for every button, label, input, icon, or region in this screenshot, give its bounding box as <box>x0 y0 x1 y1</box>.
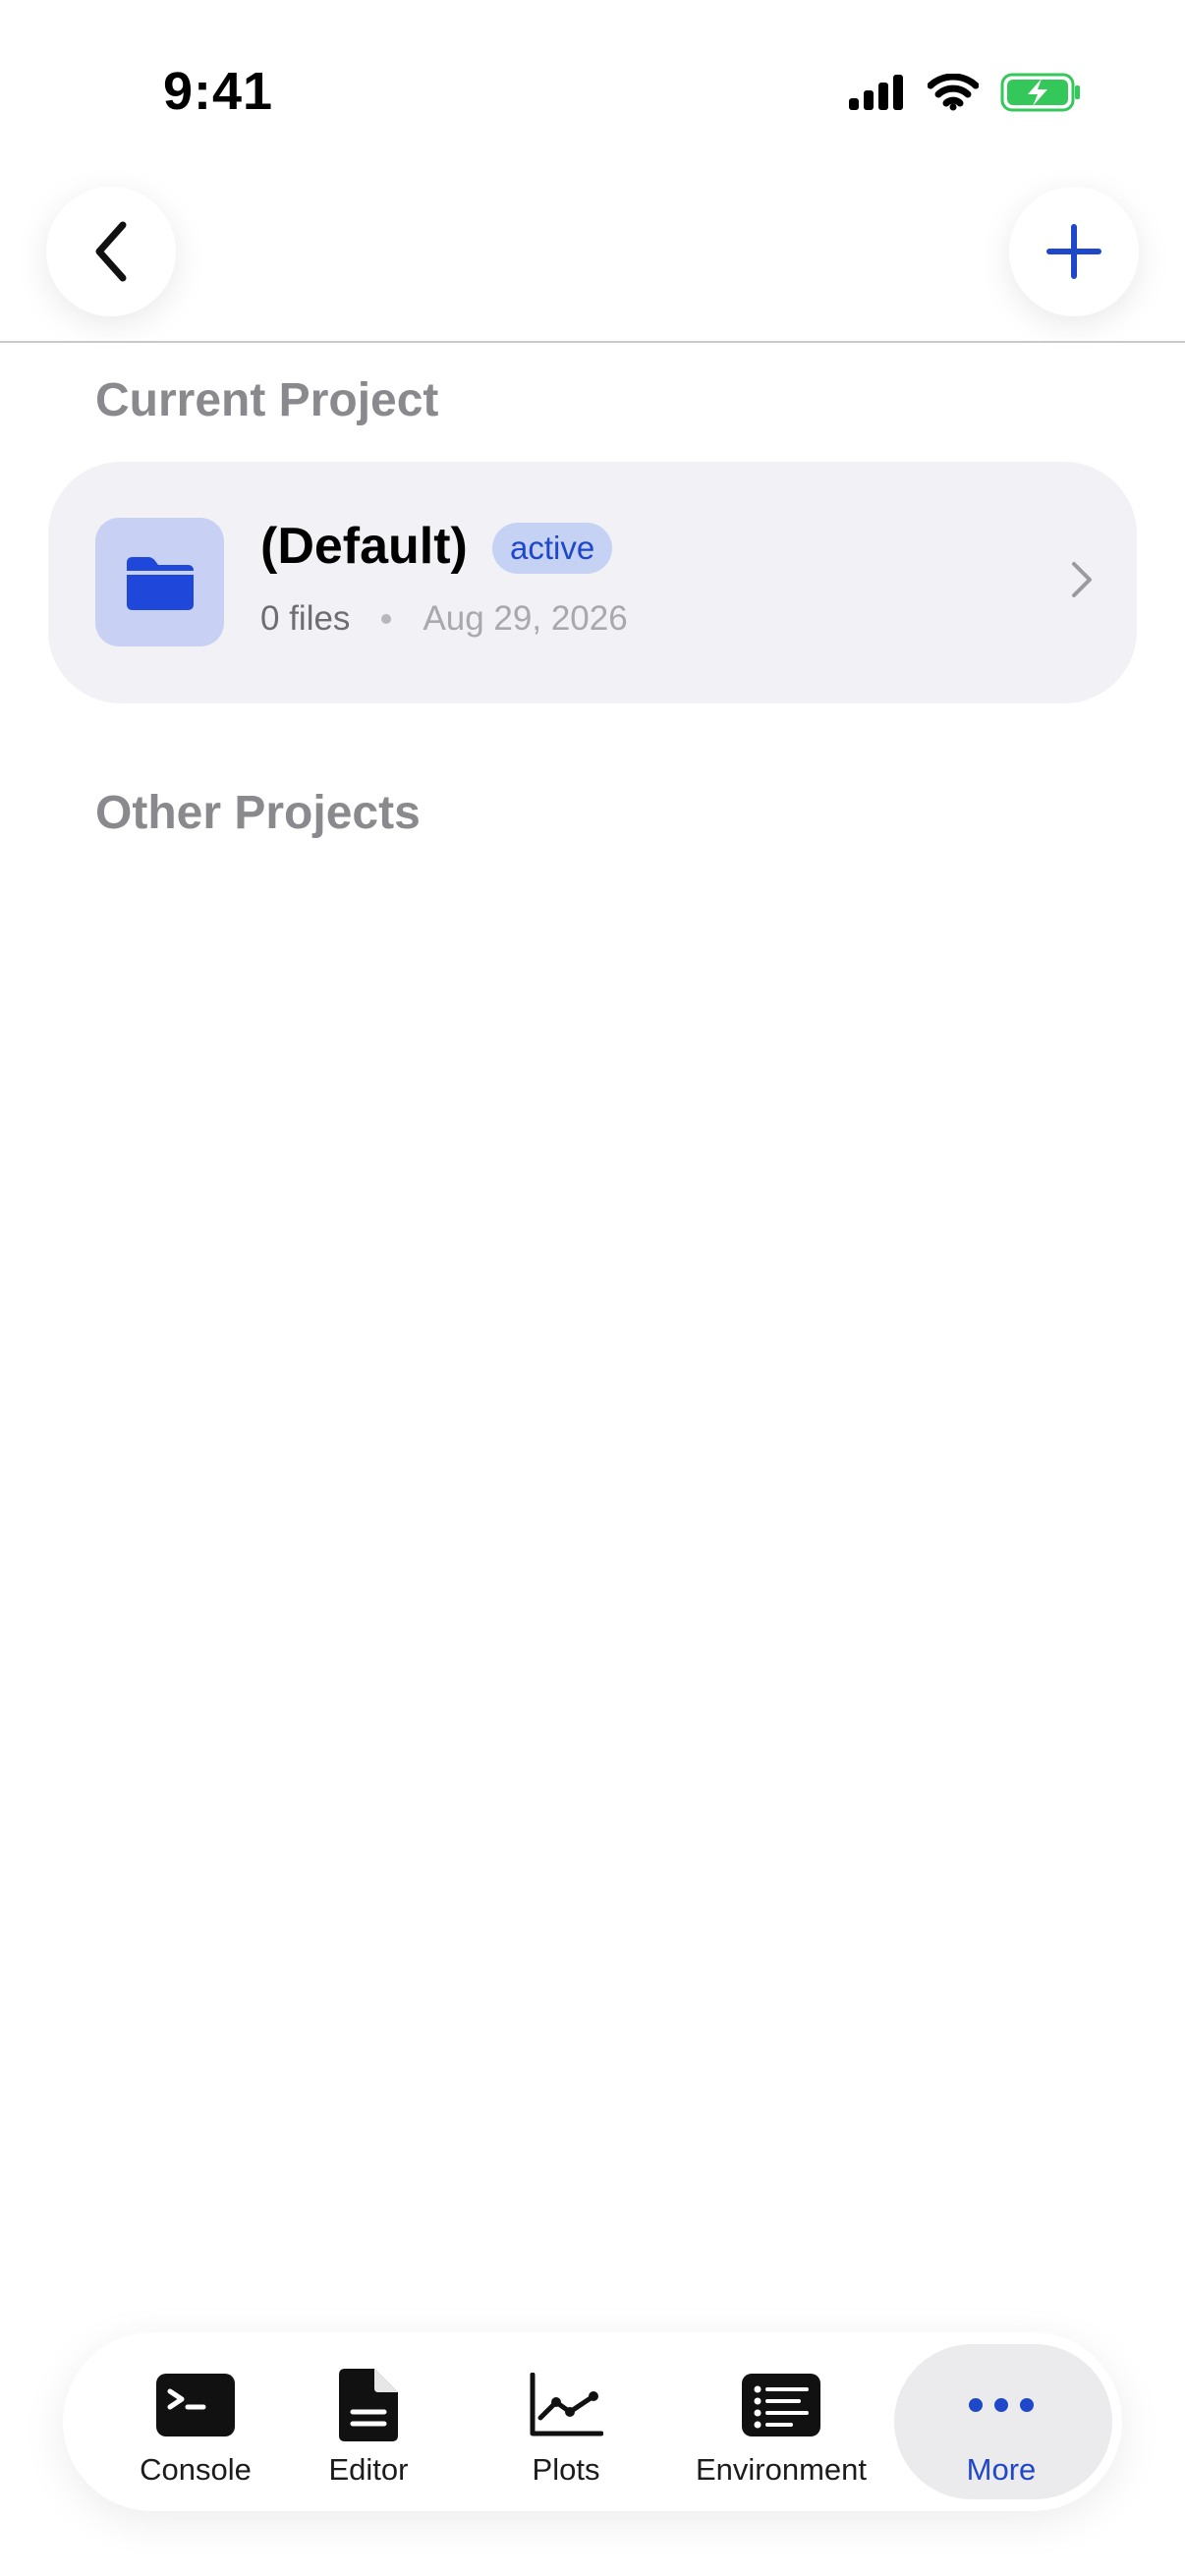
status-bar: 9:41 <box>0 0 1185 187</box>
tab-environment[interactable]: Environment <box>678 2332 884 2511</box>
wifi-icon <box>928 74 979 111</box>
add-project-button[interactable] <box>1009 187 1139 316</box>
terminal-icon <box>156 2374 235 2436</box>
tab-editor[interactable]: Editor <box>302 2332 435 2511</box>
cellular-signal-icon <box>849 75 903 110</box>
project-meta: 0 files Aug 29, 2026 <box>260 599 628 639</box>
project-name: (Default) <box>260 518 468 575</box>
back-button[interactable] <box>46 187 176 316</box>
tab-label: Console <box>140 2452 252 2487</box>
tab-plots[interactable]: Plots <box>499 2332 633 2511</box>
other-projects-heading: Other Projects <box>95 787 421 839</box>
active-badge: active <box>492 523 613 574</box>
line-chart-icon <box>530 2373 603 2436</box>
tab-bar: Console Editor Plots Environment More <box>63 2332 1122 2511</box>
status-icons <box>849 73 1083 112</box>
list-icon <box>742 2374 820 2436</box>
chevron-left-icon <box>95 221 127 282</box>
tab-label: Plots <box>532 2452 600 2487</box>
folder-icon-tile <box>95 518 224 646</box>
plus-icon <box>1046 224 1101 279</box>
separator-dot <box>381 614 392 624</box>
nav-divider <box>0 341 1185 343</box>
status-time: 9:41 <box>163 62 274 121</box>
tab-label: Environment <box>695 2452 868 2487</box>
folder-icon <box>126 556 194 610</box>
tab-label: More <box>966 2452 1037 2487</box>
chevron-right-icon <box>1072 562 1092 597</box>
tab-more[interactable]: More <box>920 2332 1083 2511</box>
navigation-bar <box>0 187 1185 342</box>
document-icon <box>339 2369 398 2441</box>
project-file-count: 0 files <box>260 599 351 638</box>
tab-console[interactable]: Console <box>114 2332 277 2511</box>
tab-label: Editor <box>328 2452 409 2487</box>
battery-charging-icon <box>1000 73 1080 112</box>
current-project-card[interactable]: (Default) active 0 files Aug 29, 2026 <box>48 462 1137 703</box>
current-project-heading: Current Project <box>95 374 439 426</box>
project-date: Aug 29, 2026 <box>423 599 628 638</box>
ellipsis-icon <box>969 2398 1034 2412</box>
